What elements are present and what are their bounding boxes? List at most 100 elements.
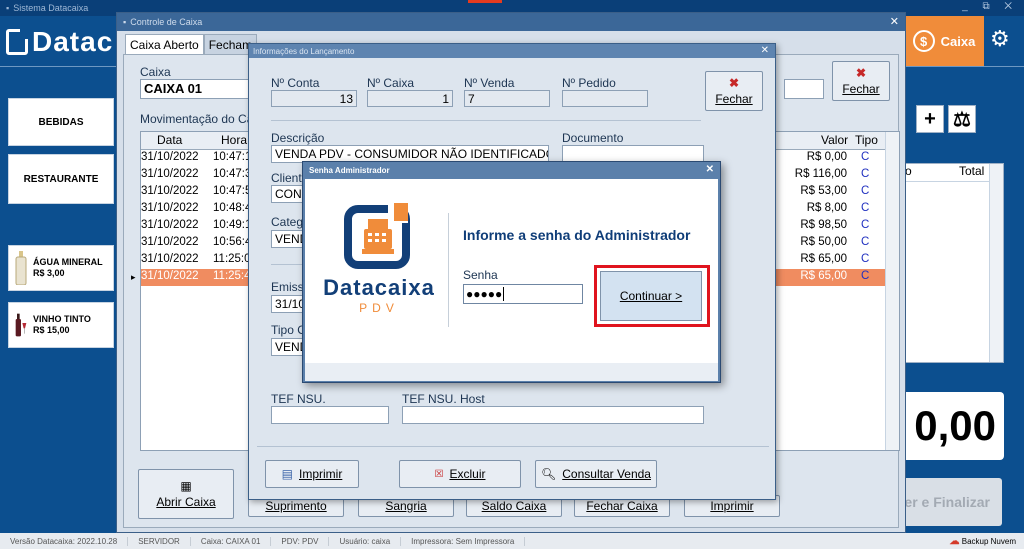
brand-name: Datacaixa — [323, 275, 435, 300]
imprimir-label: Imprimir — [710, 499, 754, 513]
app-logo: Datac — [6, 26, 113, 58]
grid-scrollbar[interactable] — [885, 132, 899, 450]
close-icon[interactable]: ✕ — [890, 15, 899, 28]
gear-icon[interactable]: ⚙ — [990, 26, 1010, 52]
product-agua-mineral[interactable]: ÁGUA MINERAL R$ 3,00 — [8, 245, 114, 291]
row-time: 10:47:1 — [213, 151, 252, 163]
app-icon: ▪ — [6, 3, 10, 13]
cash-register-logo-icon — [344, 201, 410, 269]
consultar-label: Consultar Venda — [562, 467, 651, 481]
no-caixa-field[interactable]: 1 — [367, 90, 453, 107]
senha-body: Datacaixa PDV Informe a senha do Adminis… — [305, 179, 718, 363]
category-restaurante[interactable]: RESTAURANTE — [8, 154, 114, 204]
lancamento-titlebar: Informações do Lançamento ✕ — [249, 44, 775, 58]
row-pointer-icon: ▸ — [131, 272, 136, 282]
print-icon: ▤ — [281, 467, 293, 481]
row-value: R$ 0,00 — [806, 151, 847, 163]
items-list: o Total — [894, 163, 1004, 363]
controle-caixa-title: Controle de Caixa — [130, 17, 203, 27]
no-venda-field[interactable]: 7 — [464, 90, 550, 107]
category-bebidas[interactable]: BEBIDAS — [8, 98, 114, 146]
no-caixa-label: Nº Caixa — [367, 76, 415, 90]
continuar-label: Continuar > — [619, 289, 683, 303]
status-server: SERVIDOR — [128, 536, 191, 546]
status-version: Versão Datacaixa: 2022.10.28 — [0, 536, 129, 546]
controle-caixa-titlebar: ▪ Controle de Caixa ✕ — [117, 13, 905, 31]
row-time: 11:25:0 — [213, 253, 251, 265]
caixa-label: Caixa — [140, 65, 171, 79]
imprimir-button[interactable]: ▤ Imprimir — [265, 460, 359, 488]
row-value: R$ 50,00 — [800, 236, 847, 248]
product-price: R$ 3,00 — [33, 268, 65, 278]
cash-register-icon: ▦ — [180, 479, 192, 493]
row-date: 31/10/2022 — [141, 185, 199, 197]
fechar-label: Fechar — [842, 82, 880, 96]
row-value: R$ 65,00 — [800, 253, 847, 265]
total-display: 0,00 — [894, 392, 1004, 460]
row-type: C — [861, 253, 870, 265]
caixa-extra-field[interactable] — [784, 79, 824, 99]
no-venda-label: Nº Venda — [464, 76, 515, 90]
scale-icon[interactable]: ⚖ — [948, 105, 976, 133]
excluir-button[interactable]: ☒ Excluir — [399, 460, 521, 488]
water-bottle-icon — [15, 251, 27, 285]
sangria-label: Sangria — [385, 499, 427, 513]
tab-bar: Caixa Aberto Fecham — [125, 34, 258, 54]
datacaixa-brand: Datacaixa PDV — [317, 199, 441, 315]
vertical-divider — [448, 213, 449, 327]
status-bar: Versão Datacaixa: 2022.10.28 SERVIDOR Ca… — [0, 533, 1024, 549]
window-icon: ▪ — [123, 17, 127, 27]
fechar-caixa-window-button[interactable]: ✖ Fechar — [832, 61, 890, 101]
row-time: 10:56:4 — [213, 236, 252, 248]
tef-host-field[interactable] — [402, 406, 704, 424]
col-tipo: Tipo — [855, 133, 878, 147]
abrir-caixa-button[interactable]: ▦ Abrir Caixa — [138, 469, 234, 519]
row-type: C — [861, 202, 870, 214]
no-conta-field[interactable]: 13 — [271, 90, 357, 107]
title-accent — [468, 0, 502, 3]
backup-status[interactable]: ☁ Backup Nuvem — [950, 536, 1016, 547]
row-date: 31/10/2022 — [141, 270, 199, 282]
row-date: 31/10/2022 — [141, 253, 199, 265]
row-type: C — [861, 151, 870, 163]
items-scrollbar[interactable] — [989, 164, 1003, 362]
caixa-button[interactable]: $ Caixa — [904, 16, 984, 66]
search-icon: 🔍︎ — [541, 467, 557, 481]
close-icon[interactable]: ✕ — [761, 45, 769, 56]
status-pdv: PDV: PDV — [271, 536, 330, 546]
row-value: R$ 116,00 — [794, 168, 847, 180]
no-pedido-field[interactable] — [562, 90, 648, 107]
row-date: 31/10/2022 — [141, 236, 199, 248]
password-field[interactable]: ●●●●● — [463, 284, 583, 304]
continuar-button[interactable]: Continuar > — [600, 271, 702, 321]
wine-bottle-icon — [15, 313, 27, 337]
row-type: C — [861, 219, 870, 231]
status-caixa: Caixa: CAIXA 01 — [191, 536, 272, 546]
product-vinho-tinto[interactable]: VINHO TINTO R$ 15,00 — [8, 302, 114, 348]
product-price: R$ 15,00 — [33, 325, 70, 335]
product-name: VINHO TINTO — [33, 314, 91, 324]
add-item-button[interactable]: + — [916, 105, 944, 133]
logo-mark-icon — [6, 29, 28, 55]
row-value: R$ 65,00 — [800, 270, 847, 282]
no-conta-label: Nº Conta — [271, 76, 320, 90]
finalizar-button[interactable]: er e Finalizar — [894, 478, 1002, 526]
fechar-lancamento-button[interactable]: ✖ Fechar — [705, 71, 763, 111]
row-time: 10:47:3 — [213, 168, 252, 180]
excluir-label: Excluir — [449, 467, 486, 481]
row-type: C — [861, 270, 870, 282]
consultar-venda-button[interactable]: 🔍︎ Consultar Venda — [535, 460, 657, 488]
row-value: R$ 98,50 — [800, 219, 847, 231]
senha-footer — [305, 363, 718, 381]
descricao-label: Descrição — [271, 131, 325, 145]
close-icon[interactable]: ✕ — [706, 164, 714, 175]
backup-label: Backup Nuvem — [961, 536, 1016, 546]
window-controls[interactable]: _ ⧉ ✕ — [962, 1, 1018, 12]
senha-administrador-dialog: Senha Administrador ✕ Datacaixa PDV Info… — [302, 161, 721, 383]
product-name: ÁGUA MINERAL — [33, 257, 103, 267]
brand-subtitle: PDV — [359, 301, 399, 315]
tab-caixa-aberto[interactable]: Caixa Aberto — [125, 34, 204, 54]
row-type: C — [861, 168, 870, 180]
tef-nsu-field[interactable] — [271, 406, 389, 424]
saldo-caixa-label: Saldo Caixa — [481, 499, 547, 513]
